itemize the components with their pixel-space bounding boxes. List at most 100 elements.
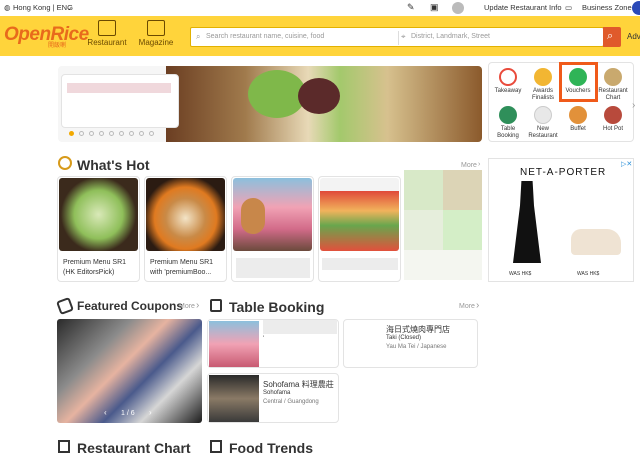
search-bar: ⌕ Search restaurant name, cuisine, food …	[190, 27, 604, 47]
ad-brand: NET-A-PORTER	[520, 167, 607, 178]
booking-more-link[interactable]: More	[459, 303, 475, 310]
category-label: New Restaurant	[528, 126, 558, 139]
new-restaurant-icon	[534, 106, 552, 124]
booking-1-mark: '	[263, 336, 265, 342]
featured-coupons-title: Featured Coupons	[77, 299, 184, 313]
nav-magazine[interactable]: Magazine	[134, 20, 178, 54]
chart-icon	[604, 68, 622, 86]
user-avatar-icon[interactable]	[632, 1, 640, 15]
dot[interactable]	[99, 131, 104, 136]
chevron-right-icon[interactable]: ›	[478, 161, 480, 168]
booking-card-1[interactable]: '	[207, 319, 339, 368]
whats-hot-icon	[58, 156, 72, 170]
category-vouchers[interactable]: Vouchers	[563, 68, 593, 95]
placeholder-block-2	[443, 170, 482, 210]
placeholder-block-4	[443, 210, 482, 250]
ad-price-1: WAS HK$	[509, 271, 532, 277]
coupon-icon	[56, 297, 74, 315]
food-trends-icon	[210, 440, 222, 453]
coffee-image	[146, 178, 225, 251]
chevron-down-icon[interactable]: ⌄	[66, 3, 72, 12]
nav-magazine-label: Magazine	[138, 38, 174, 47]
whats-hot-title: What's Hot	[77, 157, 150, 173]
next-arrow-icon[interactable]: ›	[149, 408, 152, 417]
hot-card-5-placeholder	[404, 170, 482, 280]
category-label: Restaurant Chart	[598, 88, 628, 101]
hot-card-4-placeholder	[322, 258, 398, 270]
search-input[interactable]: Search restaurant name, cuisine, food	[206, 33, 324, 40]
dress-image	[513, 181, 541, 263]
category-buffet[interactable]: Buffet	[563, 106, 593, 133]
update-restaurant-link[interactable]: Update Restaurant Info	[484, 3, 562, 12]
location-input[interactable]: District, Landmark, Street	[411, 33, 490, 40]
search-button[interactable]: ⌕	[603, 27, 621, 47]
logo-on-image	[233, 178, 312, 251]
category-label: Hot Pot	[602, 126, 623, 132]
globe-icon: ◍	[4, 3, 11, 12]
category-next-arrow[interactable]: ›	[632, 100, 635, 111]
search-icon: ⌕	[196, 32, 201, 41]
dot[interactable]	[129, 131, 134, 136]
prev-arrow-icon[interactable]: ‹	[104, 408, 107, 417]
banner-caption-card	[61, 74, 179, 128]
edit-icon[interactable]: ✎	[407, 2, 415, 13]
booking-icon	[499, 106, 517, 124]
magazine-icon	[147, 20, 165, 36]
restaurant-icon	[98, 20, 116, 36]
category-takeaway[interactable]: Takeaway	[493, 68, 523, 95]
latte-art-image	[59, 178, 138, 251]
nav-restaurant[interactable]: Restaurant	[85, 20, 129, 54]
dot-active[interactable]	[69, 131, 74, 136]
business-zone-link[interactable]: Business Zone	[582, 3, 632, 12]
region-selector[interactable]: Hong Kong | ENG	[13, 3, 73, 12]
coupon-pager: 1 / 6	[121, 410, 135, 417]
dot[interactable]	[149, 131, 154, 136]
placeholder-block-1	[404, 170, 443, 210]
booking-3-image	[209, 375, 259, 422]
hot-card-2-label: Premium Menu SR1 with 'premiumBoo...	[150, 259, 214, 276]
whats-hot-more-link[interactable]: More	[461, 162, 477, 169]
category-label: Buffet	[570, 126, 586, 132]
hot-card-1-label: Premium Menu SR1 (HK EditorsPick)	[63, 259, 127, 276]
ad-info-icon[interactable]: ▷✕	[621, 160, 632, 168]
category-label: Awards Finalists	[531, 88, 554, 101]
hot-card-3-placeholder	[236, 258, 310, 278]
search-divider	[398, 31, 399, 45]
business-icon: ▭	[565, 3, 573, 12]
booking-card-2[interactable]: 海日式燒肉專門店 Taki (Closed) Yau Ma Tei / Japa…	[343, 319, 478, 368]
coupons-more-link[interactable]: More	[179, 303, 195, 310]
booking-card-3[interactable]: Sohofama 料理農莊 Sohofama Central / Guangdo…	[207, 373, 339, 423]
bookmark-icon[interactable]: ▣	[430, 2, 439, 13]
dot[interactable]	[109, 131, 114, 136]
booking-1-image	[209, 321, 259, 367]
booking-2-sub: Taki (Closed)	[386, 335, 422, 341]
category-new-restaurant[interactable]: New Restaurant	[528, 106, 558, 140]
category-label: Table Booking	[497, 126, 519, 139]
category-label: Takeaway	[494, 88, 522, 94]
category-label: Vouchers	[565, 88, 591, 94]
ad-price-2: WAS HK$	[577, 271, 600, 277]
dot[interactable]	[89, 131, 94, 136]
booking-2-meta: Yau Ma Tei / Japanese	[386, 344, 447, 350]
table-booking-icon	[210, 299, 222, 312]
advanced-search-link[interactable]: Adv	[627, 32, 640, 41]
avatar[interactable]	[452, 2, 464, 14]
carousel-dots[interactable]	[69, 131, 159, 137]
bear-figure	[241, 198, 265, 234]
award-icon	[534, 68, 552, 86]
category-restaurant-chart[interactable]: Restaurant Chart	[598, 68, 628, 102]
chevron-right-icon[interactable]: ›	[476, 300, 479, 311]
dot[interactable]	[119, 131, 124, 136]
category-table-booking[interactable]: Table Booking	[493, 106, 523, 140]
openrice-logo[interactable]: OpenRice 開飯喇	[4, 24, 89, 49]
top-bar: ◍ Hong Kong | ENG ⌄ ✎ ▣ Update Restauran…	[0, 0, 640, 16]
chevron-right-icon[interactable]: ›	[196, 300, 199, 311]
category-awards[interactable]: Awards Finalists	[528, 68, 558, 102]
category-hot-pot[interactable]: Hot Pot	[598, 106, 628, 133]
coupon-carousel[interactable]: ‹ 1 / 6 ›	[57, 319, 202, 423]
dot[interactable]	[79, 131, 84, 136]
booking-3-sub: Sohofama	[263, 390, 291, 396]
dot[interactable]	[139, 131, 144, 136]
advert-box[interactable]: ▷✕ NET-A-PORTER WAS HK$ WAS HK$	[488, 158, 634, 282]
booking-3-name: Sohofama 料理農莊	[263, 380, 334, 389]
